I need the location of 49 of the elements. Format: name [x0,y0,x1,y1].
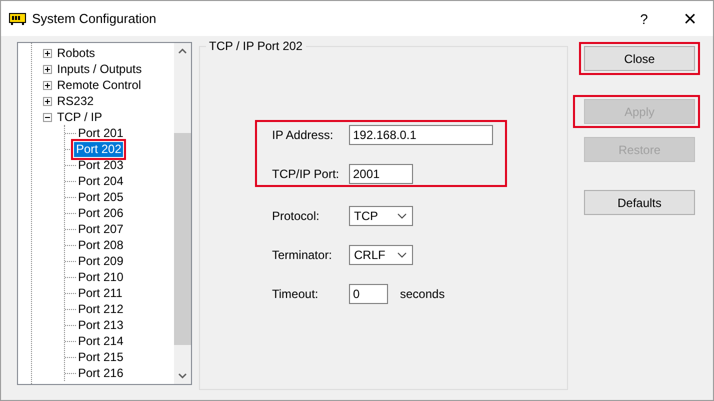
tree-item[interactable]: Port 203 [76,158,126,172]
dropdown[interactable]: CRLF [349,245,413,265]
tree-item[interactable]: Port 212 [76,302,126,316]
tree-item[interactable]: RS232 [55,94,96,108]
chevron-down-icon [397,252,407,258]
expand-icon[interactable] [43,80,52,90]
collapse-icon[interactable] [43,112,52,122]
tree-item[interactable]: TCP / IP [55,110,104,124]
expand-icon[interactable] [43,48,52,58]
tree-item[interactable]: Port 209 [76,254,126,268]
tree-item[interactable]: Port 201 [76,126,126,140]
tree-item[interactable]: Port 207 [76,222,126,236]
input-field[interactable]: 0 [349,284,388,304]
scrollbar[interactable] [174,43,191,384]
field-label: IP Address: [272,128,334,142]
tree-item[interactable]: Port 202 [74,142,124,156]
window-title: System Configuration [32,11,158,26]
tree-item[interactable]: Port 205 [76,190,126,204]
close-button[interactable]: × [667,1,713,36]
field-label: TCP/IP Port: [272,167,340,181]
field-label: Terminator: [272,248,334,262]
scroll-down-icon[interactable] [178,373,187,379]
tree-item[interactable]: Port 213 [76,318,126,332]
group-title: TCP / IP Port 202 [206,39,306,53]
tree-item[interactable]: Port 204 [76,174,126,188]
dialog-button[interactable]: Defaults [584,190,695,215]
chevron-down-icon [397,213,407,219]
tree-item[interactable]: Remote Control [55,78,144,92]
field-label: Protocol: [272,209,320,223]
tree-item[interactable]: Port 206 [76,206,126,220]
field-label: Timeout: [272,287,320,301]
tree-item[interactable]: Robots [55,46,98,60]
tree-item[interactable]: Port 211 [76,286,124,300]
unit-label: seconds [400,287,445,301]
tree-item[interactable]: Inputs / Outputs [55,62,144,76]
app-icon [9,12,26,24]
expand-icon[interactable] [43,96,52,106]
input-field[interactable]: 2001 [349,164,413,184]
tree-item[interactable]: Port 214 [76,334,126,348]
help-button[interactable]: ? [621,1,667,36]
tree-item[interactable]: Port 215 [76,350,126,364]
tree-item[interactable]: Port 208 [76,238,126,252]
dropdown[interactable]: TCP [349,206,413,226]
scroll-up-icon[interactable] [178,48,187,54]
tree-item[interactable]: Port 216 [76,366,126,380]
input-field[interactable]: 192.168.0.1 [349,125,493,145]
expand-icon[interactable] [43,64,52,74]
dialog-button[interactable]: Close [584,46,695,71]
tree-item[interactable]: Port 210 [76,270,126,284]
